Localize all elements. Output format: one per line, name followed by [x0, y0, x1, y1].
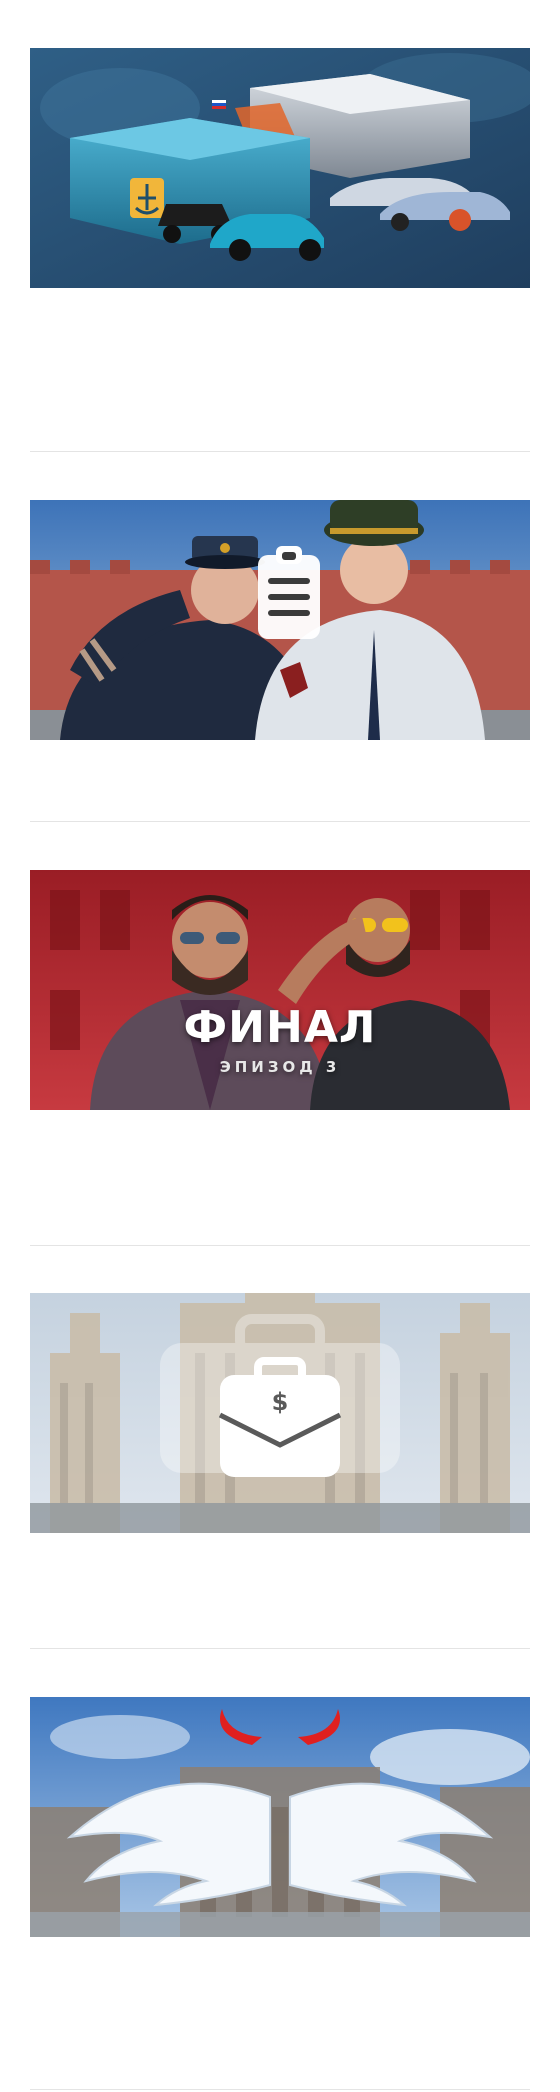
card-3-title: ФИНАЛ: [183, 1002, 377, 1053]
news-card-2-image: [30, 500, 530, 740]
news-card-5-image: [30, 1697, 530, 1937]
divider-5: [30, 2089, 530, 2090]
briefcase-dollar-icon: $: [218, 1357, 342, 1477]
news-card-5[interactable]: [30, 1697, 530, 1937]
card-3-subtitle: ЭПИЗОД 3: [219, 1058, 341, 1076]
news-card-2[interactable]: [30, 500, 530, 740]
divider-1: [30, 451, 530, 452]
news-card-1[interactable]: [30, 48, 530, 288]
news-card-3[interactable]: ФИНАЛ ЭПИЗОД 3: [30, 870, 530, 1110]
news-card-4[interactable]: $: [30, 1293, 530, 1533]
briefcase-dollar-symbol: $: [272, 1388, 289, 1416]
news-card-4-image: $: [30, 1293, 530, 1533]
divider-3: [30, 1245, 530, 1246]
divider-2: [30, 821, 530, 822]
clipboard-icon: [258, 546, 320, 639]
news-card-1-image: [30, 48, 530, 288]
divider-4: [30, 1648, 530, 1649]
news-feed: ФИНАЛ ЭПИЗОД 3 $: [0, 0, 560, 2092]
